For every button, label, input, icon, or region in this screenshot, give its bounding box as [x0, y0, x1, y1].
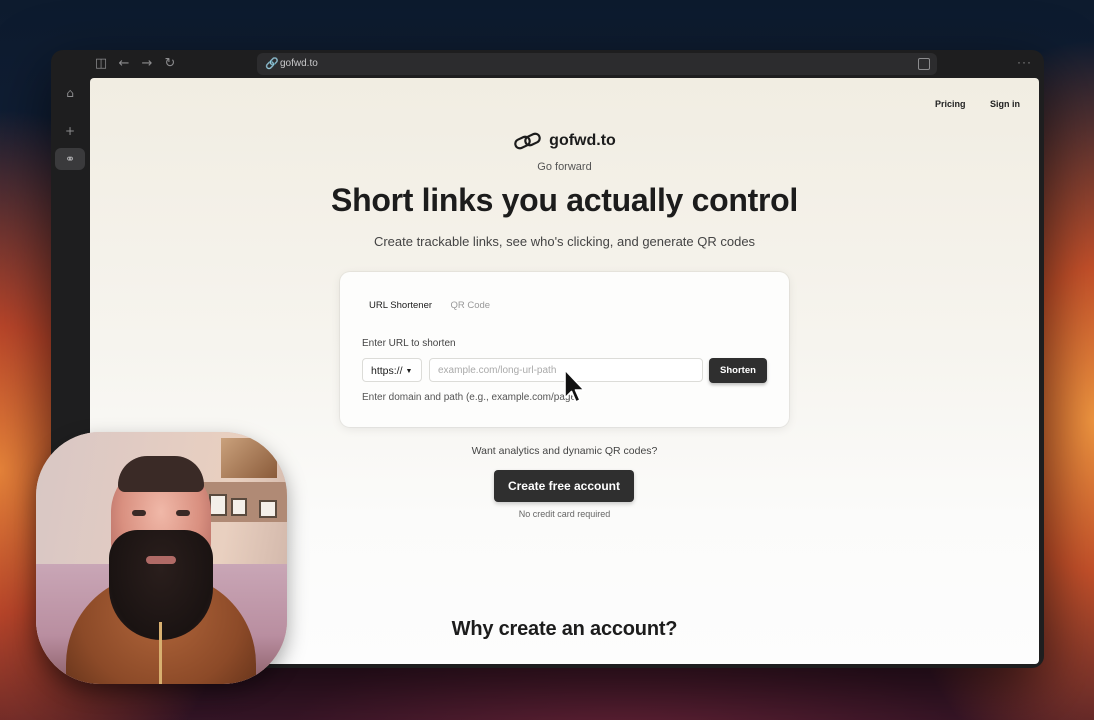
sign-in-link[interactable]: Sign in [990, 99, 1020, 109]
person-eye [176, 510, 190, 516]
chain-link-logo-icon [514, 132, 541, 150]
mouse-pointer-icon [564, 369, 585, 403]
person-eye [132, 510, 146, 516]
link-tab-icon[interactable]: ⚭ [55, 148, 85, 170]
shortener-tabs: URL Shortener QR Code [362, 295, 497, 315]
brand-name: gofwd.to [549, 132, 616, 149]
person-mouth [146, 556, 176, 564]
brand-tagline: Go forward [537, 161, 592, 173]
caret-down-icon: ▼ [405, 368, 413, 375]
photo-frame [231, 498, 247, 516]
address-text: gofwd.to [280, 58, 318, 69]
browser-toolbar: ◫ ← → ↻ 🔗 gofwd.to ··· [51, 50, 1044, 78]
home-icon[interactable]: ⌂ [55, 82, 85, 104]
scheme-select[interactable]: https://▼ [362, 358, 422, 382]
photo-frame [259, 500, 277, 518]
shorten-button[interactable]: Shorten [709, 358, 767, 383]
person-hair [118, 456, 204, 492]
pricing-link[interactable]: Pricing [935, 99, 966, 109]
webcam-overlay [36, 432, 287, 684]
create-account-button[interactable]: Create free account [494, 470, 634, 502]
photo-frame [209, 494, 227, 516]
link-icon: 🔗 [265, 57, 279, 70]
more-options-icon[interactable]: ··· [1017, 55, 1032, 69]
top-nav: Pricing Sign in [915, 94, 1020, 112]
reload-icon[interactable]: ↻ [162, 56, 178, 72]
tab-url-shortener[interactable]: URL Shortener [362, 296, 439, 315]
wall-art [221, 438, 277, 478]
forward-arrow-icon[interactable]: → [139, 56, 155, 72]
hero-subtitle: Create trackable links, see who's clicki… [373, 234, 756, 249]
hoodie-zipper [159, 622, 162, 684]
reader-mode-icon[interactable] [918, 58, 930, 70]
brand: gofwd.to Go forward [90, 130, 1039, 173]
new-tab-plus-icon[interactable]: + [55, 120, 85, 142]
sidebar-toggle-icon[interactable]: ◫ [93, 56, 109, 72]
url-field-label: Enter URL to shorten [362, 338, 456, 349]
tab-qr-code[interactable]: QR Code [443, 296, 497, 315]
scheme-value: https:// [371, 365, 403, 377]
address-bar[interactable]: 🔗 gofwd.to [257, 53, 937, 75]
url-field-hint: Enter domain and path (e.g., example.com… [362, 392, 580, 403]
back-arrow-icon[interactable]: ← [116, 56, 132, 72]
hero-title: Short links you actually control [331, 182, 798, 218]
